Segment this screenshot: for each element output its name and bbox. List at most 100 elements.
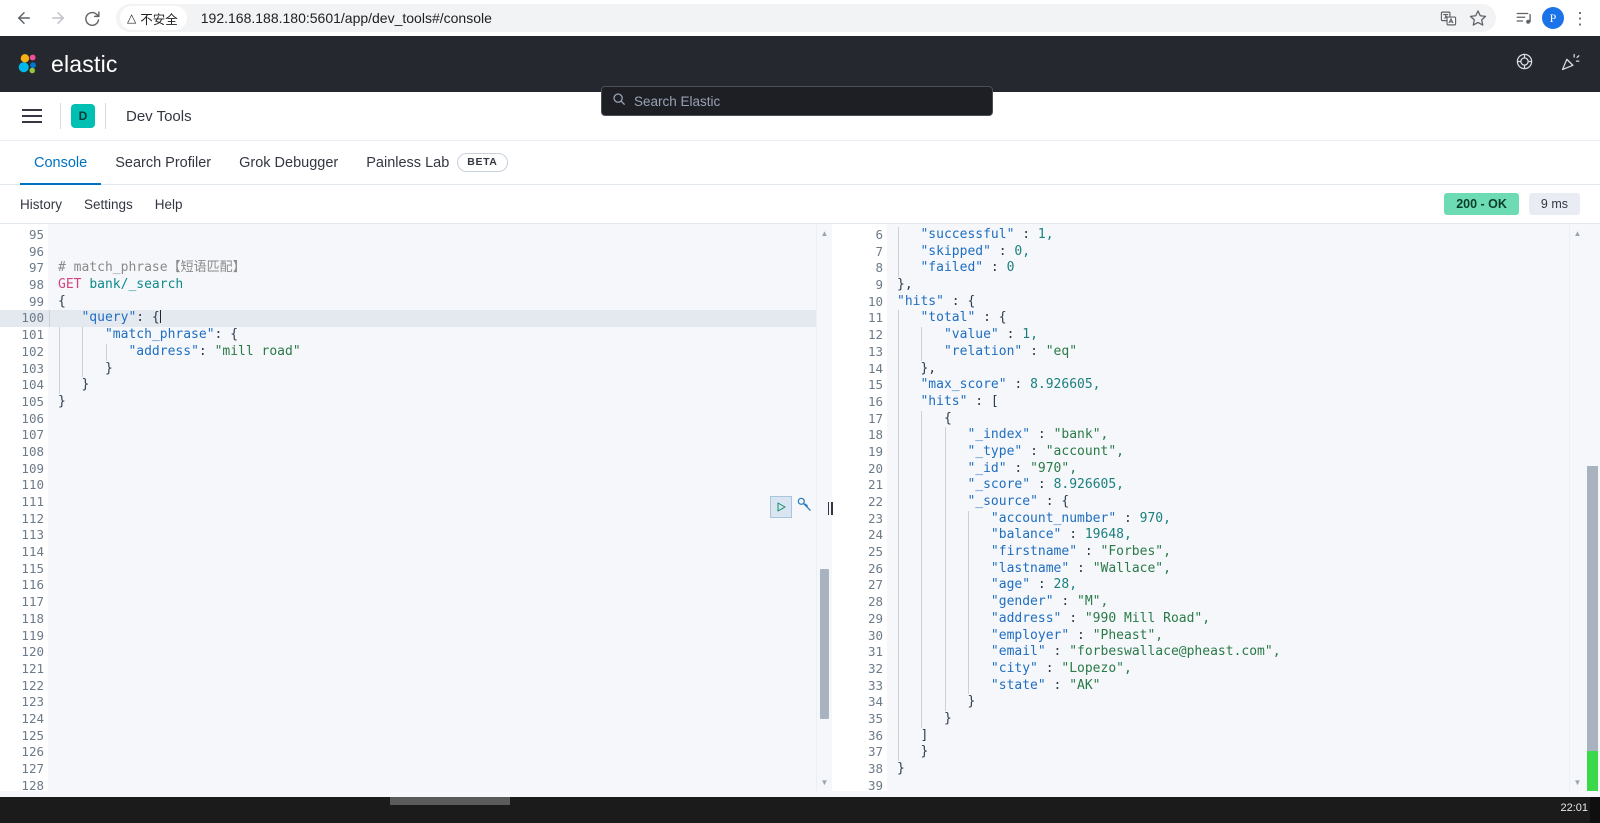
code-line[interactable]: "skipped" : 0, bbox=[897, 243, 1600, 261]
code-line[interactable] bbox=[58, 594, 832, 611]
elastic-logo[interactable]: elastic bbox=[16, 51, 118, 78]
code-line[interactable]: } bbox=[897, 694, 1600, 711]
response-editor-pane[interactable]: 6789▴10▾11▾121314▴1516▾17▾1819202122▾232… bbox=[832, 224, 1600, 791]
code-line[interactable] bbox=[58, 644, 832, 661]
code-line[interactable] bbox=[58, 544, 832, 561]
code-line[interactable] bbox=[58, 694, 832, 711]
code-line[interactable]: "hits" : [ bbox=[897, 393, 1600, 411]
hamburger-menu-icon[interactable] bbox=[16, 109, 50, 123]
page-scrollbar[interactable] bbox=[1585, 224, 1600, 791]
play-triangle-icon[interactable] bbox=[770, 496, 792, 518]
code-line[interactable]: "failed" : 0 bbox=[897, 260, 1600, 278]
code-line[interactable]: "_source" : { bbox=[897, 494, 1600, 511]
code-line[interactable]: }, bbox=[897, 360, 1600, 378]
tab-painless-lab[interactable]: Painless Lab BETA bbox=[352, 141, 521, 184]
code-line[interactable]: "address" : "990 Mill Road", bbox=[897, 610, 1600, 628]
response-scroll-down-arrow-icon[interactable]: ▼ bbox=[1570, 775, 1585, 789]
code-line[interactable] bbox=[58, 611, 832, 628]
kebab-menu-icon[interactable]: ⋮ bbox=[1568, 10, 1592, 27]
code-line[interactable]: ] bbox=[897, 727, 1600, 745]
code-line[interactable] bbox=[58, 728, 832, 745]
history-button[interactable]: History bbox=[20, 197, 62, 212]
address-bar[interactable]: △ 不安全 192.168.188.180:5601/app/dev_tools… bbox=[116, 4, 1496, 32]
request-editor-pane[interactable]: 9596979899▾100▾101▾102 103▴104▴105▴106107… bbox=[0, 224, 832, 791]
code-line[interactable]: }, bbox=[897, 277, 1600, 294]
code-line[interactable]: "account_number" : 970, bbox=[897, 510, 1600, 528]
code-line[interactable] bbox=[58, 477, 832, 494]
code-line[interactable]: "city" : "Lopezo", bbox=[897, 660, 1600, 678]
code-line[interactable]: "relation" : "eq" bbox=[897, 343, 1600, 361]
response-scroll-up-arrow-icon[interactable]: ▲ bbox=[1570, 226, 1585, 240]
code-line[interactable] bbox=[58, 577, 832, 594]
code-line[interactable] bbox=[58, 527, 832, 544]
code-line[interactable] bbox=[58, 227, 832, 244]
code-line[interactable]: "email" : "forbeswallace@pheast.com", bbox=[897, 644, 1600, 661]
security-status[interactable]: △ 不安全 bbox=[120, 6, 187, 30]
code-line[interactable]: { bbox=[897, 410, 1600, 428]
code-line[interactable]: } bbox=[58, 377, 832, 394]
code-line[interactable] bbox=[58, 744, 832, 761]
response-code[interactable]: "successful" : 1, "skipped" : 0, "failed… bbox=[887, 224, 1600, 791]
code-line[interactable]: } bbox=[897, 710, 1600, 728]
code-line[interactable] bbox=[58, 561, 832, 578]
code-line[interactable]: "match_phrase": { bbox=[58, 327, 832, 344]
pane-resize-handle[interactable] bbox=[826, 224, 834, 792]
code-line[interactable] bbox=[58, 411, 832, 428]
code-line[interactable]: "hits" : { bbox=[897, 294, 1600, 311]
help-button[interactable]: Help bbox=[155, 197, 183, 212]
forward-button[interactable] bbox=[42, 2, 74, 34]
code-line[interactable]: GET bank/_search bbox=[58, 277, 832, 294]
response-scrollbar[interactable]: ▲ ▼ bbox=[1569, 224, 1585, 791]
tab-search-profiler[interactable]: Search Profiler bbox=[101, 141, 225, 184]
code-line[interactable] bbox=[58, 778, 832, 791]
code-line[interactable]: "max_score" : 8.926605, bbox=[897, 377, 1600, 394]
code-line[interactable]: "firstname" : "Forbes", bbox=[897, 544, 1600, 561]
star-icon[interactable] bbox=[1464, 4, 1492, 32]
code-line[interactable] bbox=[58, 494, 832, 511]
help-circle-icon[interactable] bbox=[1515, 52, 1534, 76]
code-line[interactable]: "_score" : 8.926605, bbox=[897, 477, 1600, 494]
horizontal-scroll-thumb[interactable] bbox=[390, 797, 510, 805]
code-line[interactable]: "_type" : "account", bbox=[897, 443, 1600, 461]
page-scroll-thumb[interactable] bbox=[1587, 466, 1598, 769]
code-line[interactable]: "total" : { bbox=[897, 310, 1600, 328]
code-line[interactable]: } bbox=[897, 761, 1600, 778]
horizontal-scrollbar[interactable] bbox=[0, 797, 1600, 805]
back-button[interactable] bbox=[8, 2, 40, 34]
code-line[interactable]: } bbox=[58, 394, 832, 411]
announcement-icon[interactable] bbox=[1560, 52, 1580, 77]
wrench-icon[interactable] bbox=[796, 496, 813, 518]
reload-button[interactable] bbox=[76, 2, 108, 34]
request-code[interactable]: # match_phrase【短语匹配】 GET bank/_search{ "q… bbox=[48, 224, 832, 791]
code-line[interactable]: "state" : "AK" bbox=[897, 677, 1600, 695]
code-line[interactable]: "value" : 1, bbox=[897, 327, 1600, 344]
code-line[interactable]: "age" : 28, bbox=[897, 577, 1600, 595]
code-line[interactable] bbox=[58, 511, 832, 528]
code-line[interactable] bbox=[58, 427, 832, 444]
profile-avatar[interactable]: P bbox=[1542, 7, 1564, 29]
code-line[interactable]: } bbox=[58, 360, 832, 378]
code-line[interactable]: "employer" : "Pheast", bbox=[897, 627, 1600, 645]
code-line[interactable] bbox=[58, 244, 832, 261]
code-line[interactable] bbox=[58, 461, 832, 478]
code-line[interactable]: } bbox=[897, 744, 1600, 761]
code-line[interactable]: "_id" : "970", bbox=[897, 460, 1600, 478]
media-list-icon[interactable] bbox=[1510, 4, 1538, 32]
code-line[interactable] bbox=[58, 678, 832, 695]
code-line[interactable]: "_index" : "bank", bbox=[897, 427, 1600, 444]
tab-grok-debugger[interactable]: Grok Debugger bbox=[225, 141, 352, 184]
translate-icon[interactable] bbox=[1434, 4, 1462, 32]
code-line[interactable]: "balance" : 19648, bbox=[897, 527, 1600, 545]
code-line[interactable] bbox=[58, 661, 832, 678]
code-line[interactable]: "query": { bbox=[48, 310, 832, 328]
code-line[interactable]: { bbox=[58, 294, 832, 311]
code-line[interactable]: "address": "mill road" bbox=[58, 343, 832, 361]
code-line[interactable] bbox=[58, 444, 832, 461]
tab-console[interactable]: Console bbox=[20, 141, 102, 185]
code-line[interactable] bbox=[58, 711, 832, 728]
code-line[interactable]: "gender" : "M", bbox=[897, 594, 1600, 611]
code-line[interactable] bbox=[58, 761, 832, 778]
code-line[interactable]: "successful" : 1, bbox=[897, 227, 1600, 244]
code-line[interactable] bbox=[58, 628, 832, 645]
global-search-input[interactable]: Search Elastic bbox=[601, 86, 993, 116]
